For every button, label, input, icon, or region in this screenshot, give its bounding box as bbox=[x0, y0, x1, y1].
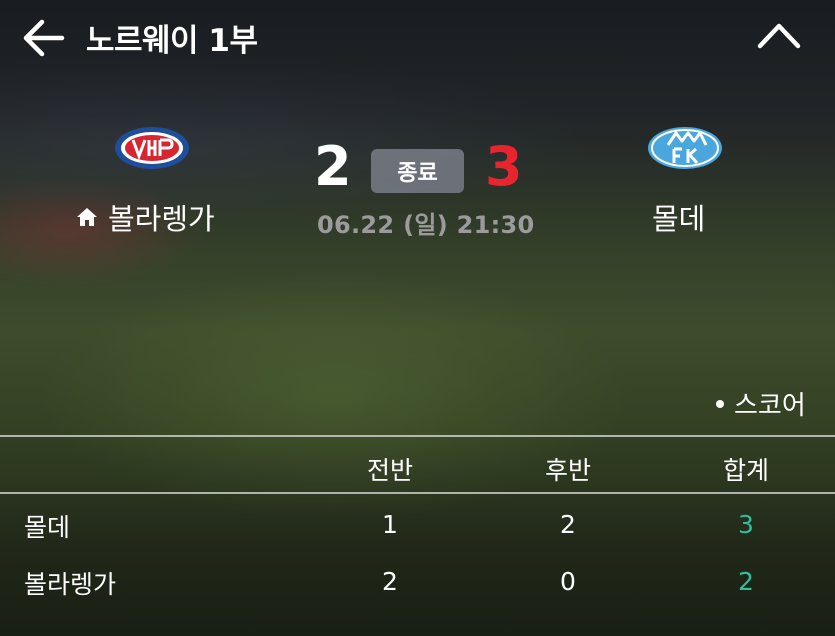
header-first-half: 전반 bbox=[366, 456, 413, 485]
home-team-name-group: 볼라렝가 bbox=[76, 196, 215, 238]
away-score: 3 bbox=[485, 135, 523, 198]
header-second-half: 후반 bbox=[544, 456, 591, 485]
table-header-divider bbox=[0, 492, 835, 494]
row-team-name: 볼라렝가 bbox=[24, 570, 117, 599]
header-total: 합계 bbox=[722, 456, 769, 485]
row-first-half: 2 bbox=[382, 567, 398, 596]
legend-dot bbox=[716, 399, 724, 408]
legend-label: 스코어 bbox=[734, 391, 806, 421]
row-total: 2 bbox=[738, 567, 754, 596]
row-team-name: 몰데 bbox=[24, 513, 71, 542]
home-score: 2 bbox=[314, 135, 352, 198]
score-legend: 스코어 bbox=[716, 385, 806, 422]
home-team-logo[interactable] bbox=[113, 125, 191, 171]
away-team-name[interactable]: 몰데 bbox=[652, 196, 705, 238]
row-total: 3 bbox=[738, 510, 754, 539]
home-team-name[interactable]: 볼라렝가 bbox=[108, 196, 215, 238]
row-first-half: 1 bbox=[382, 510, 398, 539]
row-second-half: 0 bbox=[560, 567, 576, 596]
home-icon bbox=[77, 208, 97, 226]
away-team-logo[interactable] bbox=[646, 125, 724, 171]
back-arrow-icon[interactable] bbox=[22, 18, 66, 58]
table-top-divider bbox=[0, 435, 835, 437]
page-title: 노르웨이 1부 bbox=[86, 23, 258, 59]
match-datetime: 06.22 (일) 21:30 bbox=[317, 211, 535, 239]
row-second-half: 2 bbox=[560, 510, 576, 539]
chevron-up-icon[interactable] bbox=[756, 20, 802, 52]
match-status-badge: 종료 bbox=[371, 149, 464, 193]
